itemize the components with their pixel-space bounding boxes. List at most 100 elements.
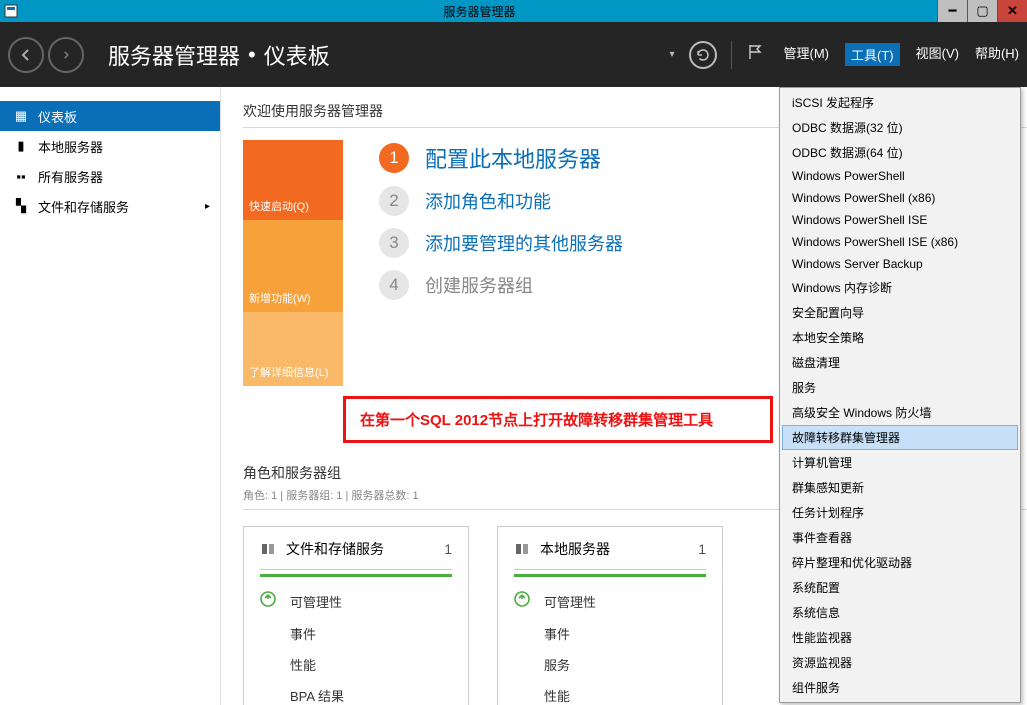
separator: [731, 41, 732, 69]
card-row-label: 事件: [290, 624, 316, 643]
sidebar-item-2[interactable]: ▪▪所有服务器: [0, 161, 220, 191]
step-number-badge: 2: [379, 186, 409, 216]
tools-menu-item[interactable]: ODBC 数据源(64 位): [782, 140, 1018, 165]
app-icon: [0, 0, 22, 22]
tools-menu-item[interactable]: 资源监视器: [782, 650, 1018, 675]
tile-quickstart[interactable]: 快速启动(Q): [243, 140, 343, 220]
dropdown-icon[interactable]: ▾: [669, 49, 674, 60]
card-title: 本地服务器: [540, 539, 610, 559]
card-row-label: 服务: [544, 655, 570, 674]
sidebar-item-label: 仪表板: [38, 107, 77, 126]
tools-menu-item[interactable]: 系统信息: [782, 600, 1018, 625]
header-toolbar: 服务器管理器 • 仪表板 ▾ 管理(M) 工具(T) 视图(V) 帮助(H): [0, 22, 1027, 87]
notifications-flag-icon[interactable]: [746, 43, 764, 66]
card-row-label: 性能: [290, 655, 316, 674]
step-label: 添加角色和功能: [425, 188, 551, 214]
tools-menu-item[interactable]: 本地安全策略: [782, 325, 1018, 350]
tools-menu-item[interactable]: Windows Server Backup: [782, 253, 1018, 275]
tile-learnmore[interactable]: 了解详细信息(L): [243, 312, 343, 386]
breadcrumb-separator: •: [248, 42, 256, 68]
tools-menu-item[interactable]: Windows PowerShell: [782, 165, 1018, 187]
tools-menu-item[interactable]: ODBC 数据源(32 位): [782, 115, 1018, 140]
sidebar-item-1[interactable]: ▮ 本地服务器: [0, 131, 220, 161]
card-count: 1: [444, 541, 452, 557]
chevron-right-icon: ▸: [205, 201, 210, 212]
tools-menu-item[interactable]: 事件查看器: [782, 525, 1018, 550]
server-icon: ▮: [14, 138, 28, 154]
tools-menu-item[interactable]: 安全配置向导: [782, 300, 1018, 325]
tools-menu-item[interactable]: 任务计划程序: [782, 500, 1018, 525]
card-icon: [514, 541, 530, 557]
step-number-badge: 1: [379, 143, 409, 173]
breadcrumb-page: 仪表板: [264, 39, 330, 71]
card-row[interactable]: 可管理性: [260, 585, 452, 618]
sidebar-item-label: 文件和存储服务: [38, 197, 129, 216]
tools-menu-item[interactable]: 碎片整理和优化驱动器: [782, 550, 1018, 575]
tools-menu-item[interactable]: 高级安全 Windows 防火墙: [782, 400, 1018, 425]
tools-menu-item[interactable]: 磁盘清理: [782, 350, 1018, 375]
tools-menu-item[interactable]: Windows PowerShell ISE (x86): [782, 231, 1018, 253]
window-controls: ━ ▢ ✕: [937, 0, 1027, 22]
card-row-label: 事件: [544, 624, 570, 643]
card-row[interactable]: •性能: [260, 649, 452, 680]
card-row-label: BPA 结果: [290, 686, 344, 705]
card-row[interactable]: •事件: [260, 618, 452, 649]
tools-dropdown-menu: iSCSI 发起程序ODBC 数据源(32 位)ODBC 数据源(64 位)Wi…: [779, 87, 1021, 703]
card-icon: [260, 541, 276, 557]
tools-menu-item[interactable]: 系统配置: [782, 575, 1018, 600]
card-row[interactable]: •事件: [514, 618, 706, 649]
card-row[interactable]: •服务: [514, 649, 706, 680]
tools-menu-item[interactable]: iSCSI 发起程序: [782, 90, 1018, 115]
card-row-label: 可管理性: [544, 592, 596, 611]
close-button[interactable]: ✕: [997, 0, 1027, 22]
status-ok-icon: [260, 591, 278, 612]
card-row-label: 可管理性: [290, 592, 342, 611]
menu-help[interactable]: 帮助(H): [975, 43, 1019, 66]
sidebar: ▦ 仪表板 ▮ 本地服务器 ▪▪所有服务器 ▚ 文件和存储服务 ▸: [0, 87, 221, 705]
step-label: 配置此本地服务器: [425, 142, 601, 174]
step-number-badge: 4: [379, 270, 409, 300]
menu-manage[interactable]: 管理(M): [784, 43, 830, 66]
refresh-button[interactable]: [689, 41, 717, 69]
card-title: 文件和存储服务: [286, 539, 384, 559]
tools-menu-item[interactable]: Windows 内存诊断: [782, 275, 1018, 300]
breadcrumb-app: 服务器管理器: [108, 39, 240, 71]
sidebar-item-3[interactable]: ▚ 文件和存储服务 ▸: [0, 191, 220, 221]
step-label: 添加要管理的其他服务器: [425, 230, 623, 256]
storage-icon: ▚: [14, 198, 28, 214]
card-status-bar: [260, 574, 452, 577]
card-count: 1: [698, 541, 706, 557]
window-title-bar: 服务器管理器 ━ ▢ ✕: [0, 0, 1027, 22]
tools-menu-item[interactable]: Windows PowerShell ISE: [782, 209, 1018, 231]
tools-menu-item[interactable]: Windows PowerShell (x86): [782, 187, 1018, 209]
server-group-card-1: 本地服务器 1 可管理性•事件•服务•性能•BPA 结果: [497, 526, 723, 705]
minimize-button[interactable]: ━: [937, 0, 967, 22]
card-header: 本地服务器 1: [514, 539, 706, 570]
nav-forward-button[interactable]: [48, 37, 84, 73]
tools-menu-item[interactable]: 计算机管理: [782, 450, 1018, 475]
tools-menu-item[interactable]: 故障转移群集管理器: [782, 425, 1018, 450]
breadcrumb: 服务器管理器 • 仪表板: [108, 39, 330, 71]
menu-tools[interactable]: 工具(T): [845, 43, 900, 66]
tools-menu-item[interactable]: 群集感知更新: [782, 475, 1018, 500]
card-row[interactable]: •BPA 结果: [260, 680, 452, 705]
servers-icon: ▪▪: [14, 169, 28, 184]
tools-menu-item[interactable]: 服务: [782, 375, 1018, 400]
nav-back-button[interactable]: [8, 37, 44, 73]
card-header: 文件和存储服务 1: [260, 539, 452, 570]
tile-whatsnew[interactable]: 新增功能(W): [243, 220, 343, 312]
menu-view[interactable]: 视图(V): [916, 43, 959, 66]
card-row[interactable]: •性能: [514, 680, 706, 705]
tools-menu-item[interactable]: 组件服务: [782, 675, 1018, 700]
card-row-label: 性能: [544, 686, 570, 705]
step-number-badge: 3: [379, 228, 409, 258]
tools-menu-item[interactable]: 性能监视器: [782, 625, 1018, 650]
sidebar-item-0[interactable]: ▦ 仪表板: [0, 101, 220, 131]
tile-column: 快速启动(Q) 新增功能(W) 了解详细信息(L): [243, 140, 343, 386]
sidebar-item-label: 本地服务器: [38, 137, 103, 156]
card-row[interactable]: 可管理性: [514, 585, 706, 618]
maximize-button[interactable]: ▢: [967, 0, 997, 22]
header-icon-group: ▾: [669, 41, 763, 69]
dashboard-icon: ▦: [14, 108, 28, 124]
card-status-bar: [514, 574, 706, 577]
